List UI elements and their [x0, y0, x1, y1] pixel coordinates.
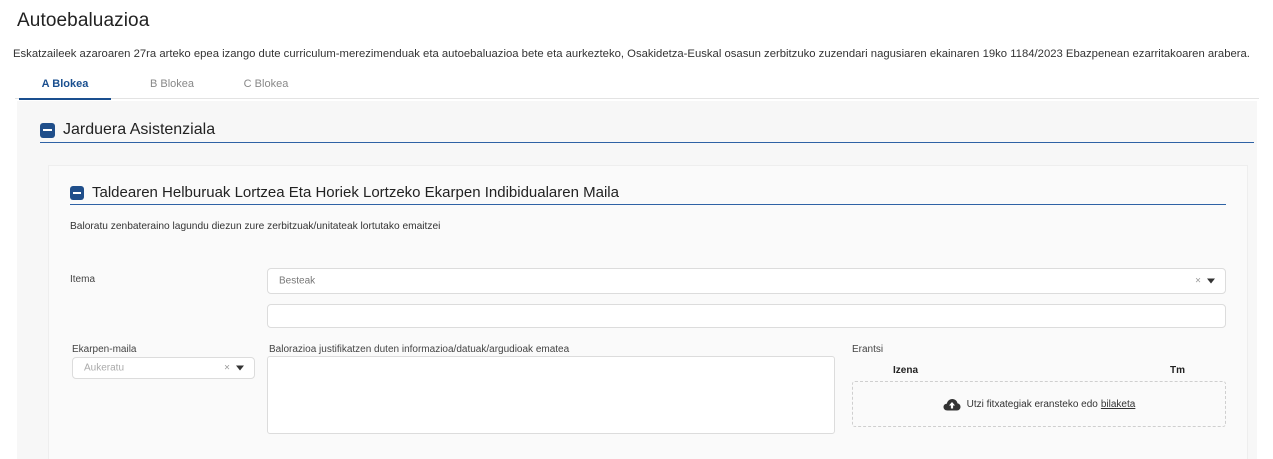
page-description: Eskatzaileek azaroaren 27ra arteko epea …	[13, 48, 1250, 60]
itema-selected-value: Besteak	[279, 275, 316, 287]
subsection-header[interactable]: Taldearen Helburuak Lortzea Eta Horiek L…	[70, 184, 619, 201]
ekarpen-select-controls: ×	[224, 363, 244, 374]
chevron-down-icon[interactable]	[236, 365, 244, 371]
ekarpen-maila-label: Ekarpen-maila	[72, 344, 137, 355]
tab-bar: A Blokea B Blokea C Blokea	[15, 74, 1259, 100]
itema-label: Itema	[70, 274, 96, 285]
chevron-down-icon[interactable]	[1207, 278, 1215, 284]
attachment-size-column: Tm	[1170, 365, 1185, 376]
clear-icon[interactable]: ×	[224, 363, 230, 374]
file-dropzone[interactable]: Utzi fitxategiak eransteko edo bilaketa	[852, 381, 1226, 427]
subsection-description: Baloratu zenbateraino lagundu diezun zur…	[70, 221, 441, 232]
section-divider	[40, 142, 1254, 143]
justification-label: Balorazioa justifikatzen duten informazi…	[269, 344, 570, 355]
dropzone-text: Utzi fitxategiak eransteko edo	[966, 398, 1098, 410]
itema-select[interactable]: Besteak ×	[267, 268, 1226, 294]
itema-select-controls: ×	[1195, 276, 1215, 287]
tab-a-blokea[interactable]: A Blokea	[19, 74, 111, 100]
section-header-jarduera[interactable]: Jarduera Asistenziala	[40, 121, 215, 139]
erantsi-label: Erantsi	[852, 344, 884, 355]
minus-square-icon[interactable]	[70, 185, 84, 200]
clear-icon[interactable]: ×	[1195, 276, 1201, 287]
cloud-upload-icon	[943, 398, 961, 411]
section-title: Jarduera Asistenziala	[63, 121, 216, 138]
attachment-name-column: Izena	[893, 365, 919, 376]
minus-square-icon[interactable]	[40, 122, 55, 138]
subsection-divider	[70, 204, 1226, 205]
tab-c-blokea[interactable]: C Blokea	[220, 74, 312, 99]
subsection-title: Taldearen Helburuak Lortzea Eta Horiek L…	[92, 184, 619, 201]
ekarpen-maila-placeholder: Aukeratu	[84, 362, 125, 374]
ekarpen-maila-select[interactable]: Aukeratu ×	[72, 357, 255, 379]
other-item-input[interactable]	[267, 304, 1226, 328]
page-title: Autoebaluazioa	[17, 10, 150, 31]
justification-textarea[interactable]	[267, 356, 835, 434]
tab-b-blokea[interactable]: B Blokea	[126, 74, 218, 99]
browse-link[interactable]: bilaketa	[1101, 399, 1135, 410]
